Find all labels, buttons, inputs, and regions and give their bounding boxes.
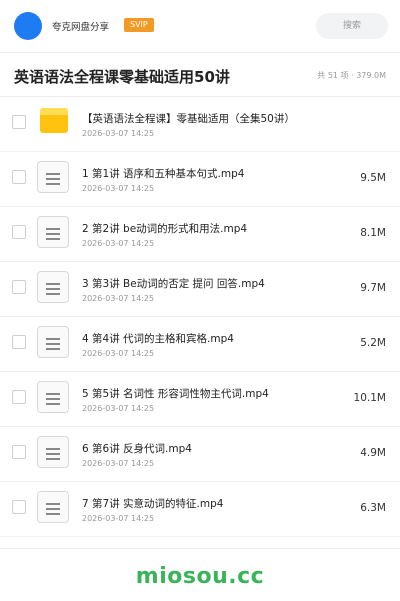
file-row[interactable]: 3 第3讲 Be动词的否定 提问 回答.mp4 2026-03-07 14:25 9… (0, 262, 400, 317)
file-row[interactable]: 7 第7讲 实意动词的特征.mp4 2026-03-07 14:25 6.3M (0, 482, 400, 537)
brand-watermark: miosou.cc (135, 564, 265, 589)
document-icon (37, 161, 69, 193)
document-icon (37, 326, 69, 358)
top-header: 夸克网盘分享 SVIP 搜索 (0, 0, 400, 53)
file-row[interactable]: 1 第1讲 语序和五种基本句式.mp4 2026-03-07 14:25 9.5M (0, 152, 400, 207)
app-name: 夸克网盘分享 (52, 22, 110, 33)
file-name: 7 第7讲 实意动词的特征.mp4 (82, 498, 224, 510)
file-size: 9.5M (360, 172, 386, 184)
file-name: 4 第4讲 代词的主格和宾格.mp4 (82, 333, 234, 345)
file-row[interactable]: 5 第5讲 名词性 形容词性物主代词.mp4 2026-03-07 14:25 10… (0, 372, 400, 427)
folder-row[interactable]: 【英语语法全程课】零基础适用（全集50讲） 2026-03-07 14:25 (0, 97, 400, 152)
file-name: 3 第3讲 Be动词的否定 提问 回答.mp4 (82, 278, 265, 290)
file-date: 2026-03-07 14:25 (82, 459, 155, 468)
document-icon (37, 436, 69, 468)
file-name: 【英语语法全程课】零基础适用（全集50讲） (82, 113, 295, 125)
file-name: 5 第5讲 名词性 形容词性物主代词.mp4 (82, 388, 269, 400)
file-size: 10.1M (353, 392, 386, 404)
page-title: 英语语法全程课零基础适用50讲 (14, 68, 230, 86)
row-checkbox[interactable] (12, 115, 26, 129)
file-size: 9.7M (360, 282, 386, 294)
title-bar: 英语语法全程课零基础适用50讲 共 51 项 · 379.0M (0, 56, 400, 97)
row-checkbox[interactable] (12, 445, 26, 459)
file-row[interactable]: 4 第4讲 代词的主格和宾格.mp4 2026-03-07 14:25 5.2M (0, 317, 400, 372)
row-checkbox[interactable] (12, 390, 26, 404)
document-icon (37, 271, 69, 303)
file-date: 2026-03-07 14:25 (82, 184, 155, 193)
row-checkbox[interactable] (12, 280, 26, 294)
file-name: 6 第6讲 反身代词.mp4 (82, 443, 192, 455)
row-checkbox[interactable] (12, 500, 26, 514)
avatar[interactable] (14, 12, 42, 40)
row-checkbox[interactable] (12, 225, 26, 239)
file-date: 2026-03-07 14:25 (82, 349, 155, 358)
document-icon (37, 381, 69, 413)
document-icon (37, 491, 69, 523)
file-row[interactable]: 2 第2讲 be动词的形式和用法.mp4 2026-03-07 14:25 8.1M (0, 207, 400, 262)
file-name: 2 第2讲 be动词的形式和用法.mp4 (82, 223, 248, 235)
file-list: 【英语语法全程课】零基础适用（全集50讲） 2026-03-07 14:25 1 第… (0, 97, 400, 537)
file-name: 1 第1讲 语序和五种基本句式.mp4 (82, 168, 245, 180)
file-date: 2026-03-07 14:25 (82, 514, 155, 523)
svip-badge: SVIP (124, 18, 154, 32)
file-size: 6.3M (360, 502, 386, 514)
document-icon (37, 216, 69, 248)
file-date: 2026-03-07 14:25 (82, 129, 155, 138)
folder-icon (40, 108, 68, 133)
row-checkbox[interactable] (12, 335, 26, 349)
file-date: 2026-03-07 14:25 (82, 404, 155, 413)
item-summary: 共 51 项 · 379.0M (317, 71, 386, 80)
file-size: 8.1M (360, 227, 386, 239)
file-date: 2026-03-07 14:25 (82, 294, 155, 303)
row-checkbox[interactable] (12, 170, 26, 184)
footer: miosou.cc (0, 548, 400, 601)
file-size: 5.2M (360, 337, 386, 349)
search-button[interactable]: 搜索 (316, 13, 388, 39)
file-size: 4.9M (360, 447, 386, 459)
file-row[interactable]: 6 第6讲 反身代词.mp4 2026-03-07 14:25 4.9M (0, 427, 400, 482)
file-date: 2026-03-07 14:25 (82, 239, 155, 248)
